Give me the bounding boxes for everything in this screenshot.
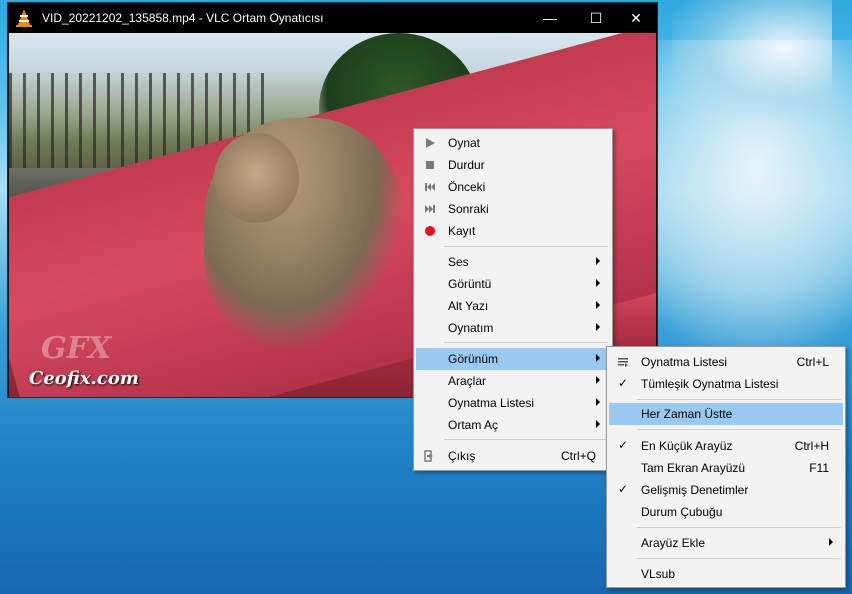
submenu-item-integrated-playlist[interactable]: ✓ Tümleşik Oynatma Listesi: [609, 373, 843, 395]
menu-item-previous[interactable]: Önceki: [416, 176, 610, 198]
window-title: VID_20221202_135858.mp4 - VLC Ortam Oyna…: [42, 11, 324, 25]
menu-separator: [444, 342, 608, 343]
submenu-arrow-icon: [596, 398, 600, 406]
vlc-cone-icon: [14, 8, 36, 28]
submenu-item-status-bar[interactable]: Durum Çubuğu: [609, 501, 843, 523]
menu-item-stop[interactable]: Durdur: [416, 154, 610, 176]
submenu-item-add-interface[interactable]: Arayüz Ekle: [609, 532, 843, 554]
menu-item-open-media[interactable]: Ortam Aç: [416, 414, 610, 436]
menu-item-tools[interactable]: Araçlar: [416, 370, 610, 392]
previous-icon: [424, 181, 436, 193]
play-icon: [424, 137, 436, 149]
exit-icon: [424, 450, 436, 462]
submenu-item-minimal-interface[interactable]: ✓ En Küçük Arayüz Ctrl+H: [609, 435, 843, 457]
submenu-arrow-icon: [596, 323, 600, 331]
menu-item-play[interactable]: Oynat: [416, 132, 610, 154]
menu-separator: [637, 558, 841, 559]
submenu-arrow-icon: [596, 420, 600, 428]
submenu-arrow-icon: [829, 538, 833, 546]
checkmark-icon: ✓: [618, 482, 629, 496]
menu-item-playlist[interactable]: Oynatma Listesi: [416, 392, 610, 414]
stop-icon: [424, 159, 436, 171]
submenu-arrow-icon: [596, 354, 600, 362]
menu-item-playback[interactable]: Oynatım: [416, 317, 610, 339]
minimize-icon: —: [543, 10, 557, 26]
menu-separator: [637, 399, 841, 400]
menu-item-view[interactable]: Görünüm: [416, 348, 610, 370]
menu-item-record[interactable]: Kayıt: [416, 220, 610, 242]
menu-item-subtitle[interactable]: Alt Yazı: [416, 295, 610, 317]
playlist-icon: [617, 356, 629, 368]
submenu-item-playlist[interactable]: Oynatma Listesi Ctrl+L: [609, 351, 843, 373]
checkmark-icon: ✓: [618, 376, 629, 390]
submenu-item-vlsub[interactable]: VLsub: [609, 563, 843, 585]
minimize-button[interactable]: —: [527, 3, 573, 33]
menu-separator: [637, 527, 841, 528]
submenu-item-always-on-top[interactable]: Her Zaman Üstte: [609, 403, 843, 425]
submenu-item-advanced-controls[interactable]: ✓ Gelişmiş Denetimler: [609, 479, 843, 501]
menu-item-quit[interactable]: Çıkış Ctrl+Q: [416, 445, 610, 467]
context-menu: Oynat Durdur Önceki Sonraki Kayıt Ses Gö…: [413, 128, 613, 471]
submenu-item-fullscreen-interface[interactable]: Tam Ekran Arayüzü F11: [609, 457, 843, 479]
close-icon: ✕: [630, 9, 642, 26]
submenu-arrow-icon: [596, 257, 600, 265]
desktop-wallpaper-highlight: [672, 0, 832, 120]
menu-separator: [444, 246, 608, 247]
menu-item-video[interactable]: Görüntü: [416, 273, 610, 295]
submenu-arrow-icon: [596, 301, 600, 309]
menu-item-next[interactable]: Sonraki: [416, 198, 610, 220]
record-icon: [424, 225, 436, 237]
menu-separator: [444, 439, 608, 440]
watermark-logo: GFX: [41, 331, 112, 366]
video-cat-head: [214, 133, 299, 223]
next-icon: [424, 203, 436, 215]
menu-separator: [637, 429, 841, 430]
checkmark-icon: ✓: [618, 438, 629, 452]
watermark-text: Ceofix.com: [29, 368, 139, 389]
title-bar[interactable]: VID_20221202_135858.mp4 - VLC Ortam Oyna…: [8, 3, 657, 33]
maximize-icon: ☐: [589, 9, 603, 26]
close-button[interactable]: ✕: [613, 3, 659, 33]
submenu-arrow-icon: [596, 376, 600, 384]
menu-item-audio[interactable]: Ses: [416, 251, 610, 273]
submenu-arrow-icon: [596, 279, 600, 287]
view-submenu: Oynatma Listesi Ctrl+L ✓ Tümleşik Oynatm…: [606, 346, 846, 588]
